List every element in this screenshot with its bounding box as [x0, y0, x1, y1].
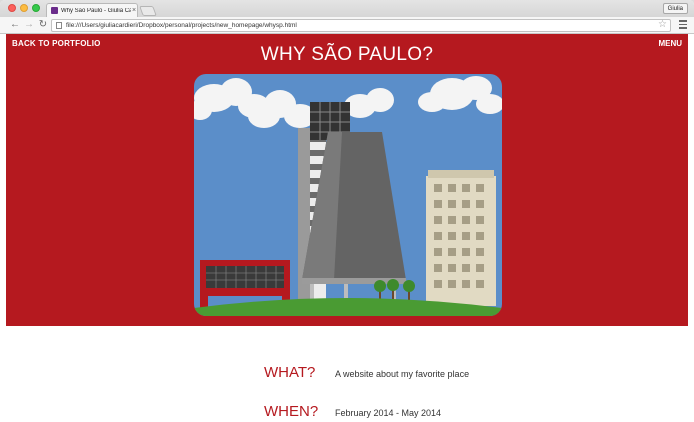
address-toolbar: ← → ↻ file:///Users/giuliacardieri/Dropb… — [0, 17, 694, 34]
beige-building — [426, 170, 496, 306]
back-arrow-icon[interactable]: ← — [9, 19, 21, 31]
hero-section: BACK TO PORTFOLIO MENU WHY SÃO PAULO? — [6, 34, 688, 326]
page-title: WHY SÃO PAULO? — [260, 44, 434, 65]
detail-row-when: WHEN? February 2014 - May 2014 — [6, 403, 688, 422]
what-value: A website about my favorite place — [335, 369, 470, 379]
detail-row-what: WHAT? A website about my favorite place — [6, 364, 688, 386]
url-text[interactable]: file:///Users/giuliacardieri/Dropbox/per… — [66, 22, 297, 29]
web-page: BACK TO PORTFOLIO MENU WHY SÃO PAULO? WH… — [6, 34, 688, 422]
reload-icon[interactable]: ↻ — [37, 19, 49, 31]
page-icon — [56, 22, 62, 29]
browser-tab[interactable]: Why São Paulo - Giulia Ca × — [46, 3, 138, 17]
minimize-window-button[interactable] — [20, 4, 28, 12]
tab-close-icon[interactable]: × — [132, 7, 136, 14]
tab-title: Why São Paulo - Giulia Ca — [61, 7, 131, 14]
bookmark-star-icon[interactable]: ☆ — [658, 19, 667, 30]
address-bar[interactable]: file:///Users/giuliacardieri/Dropbox/per… — [51, 19, 671, 32]
when-value: February 2014 - May 2014 — [335, 408, 442, 418]
browser-menu-icon[interactable] — [679, 20, 687, 29]
browser-window: Why São Paulo - Giulia Ca × Giulia ← → ↻… — [0, 0, 694, 422]
new-tab-button[interactable] — [139, 6, 157, 16]
tab-strip: Why São Paulo - Giulia Ca × Giulia — [0, 0, 694, 17]
forward-arrow-icon[interactable]: → — [23, 19, 35, 31]
project-details: WHAT? A website about my favorite place … — [6, 326, 688, 422]
close-window-button[interactable] — [8, 4, 16, 12]
favicon-icon — [51, 7, 58, 14]
maximize-window-button[interactable] — [32, 4, 40, 12]
sao-paulo-illustration — [194, 74, 502, 316]
profile-button[interactable]: Giulia — [662, 3, 688, 14]
when-label: WHEN? — [264, 403, 319, 420]
what-label: WHAT? — [264, 364, 316, 381]
